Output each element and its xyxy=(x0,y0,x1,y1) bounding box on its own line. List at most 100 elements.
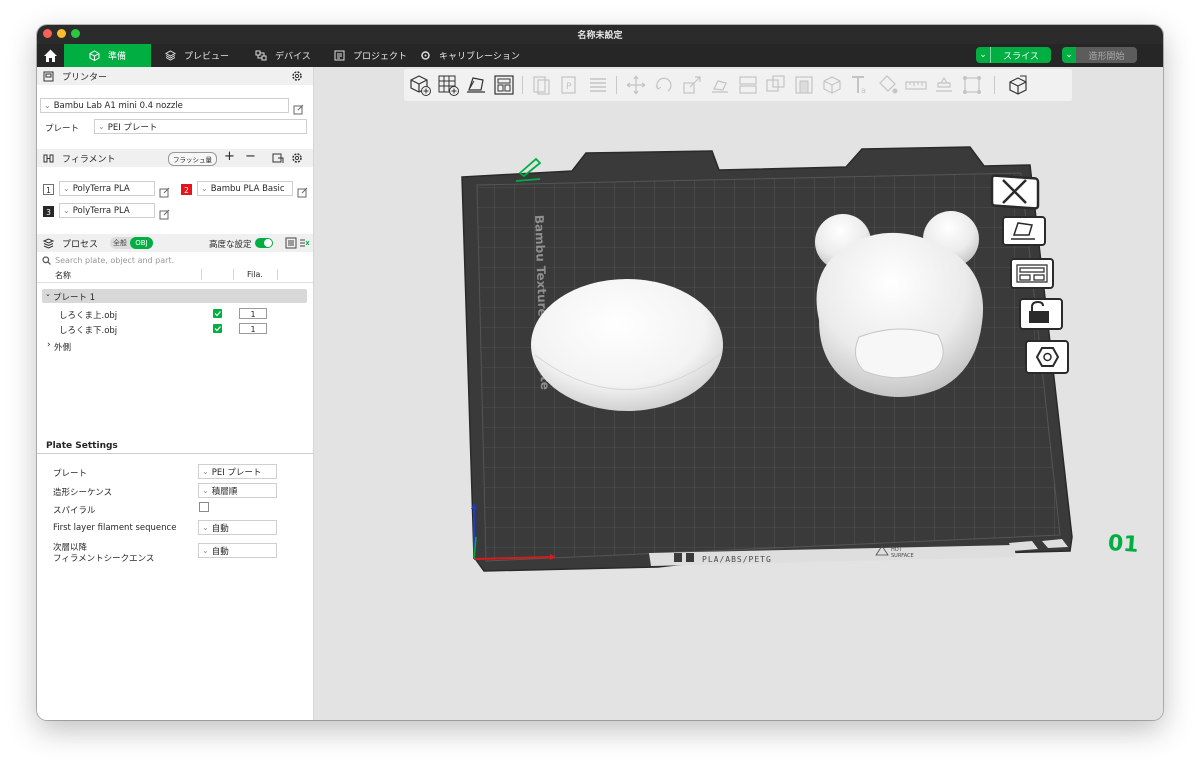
delete-plate-button[interactable] xyxy=(990,174,1040,210)
plate-number: 01 xyxy=(1107,531,1139,558)
edit-icon[interactable] xyxy=(159,183,170,202)
tab-prepare[interactable]: 準備 xyxy=(64,44,151,67)
divider xyxy=(37,453,313,454)
printer-section-header: プリンター xyxy=(37,67,313,85)
chevron-down-icon[interactable]: ⌄ xyxy=(976,47,991,63)
build-plate-scene[interactable]: PLA/ABS/PETG HOT SURFACE Bambu Textured … xyxy=(314,67,1163,720)
cube-icon xyxy=(89,50,100,61)
plate-tree-row[interactable]: ⌄ プレート 1 xyxy=(42,289,307,303)
visible-checkbox[interactable] xyxy=(213,324,222,333)
filament-select-1[interactable]: ⌄ PolyTerra PLA xyxy=(59,181,155,196)
chevron-down-icon: ⌄ xyxy=(63,206,70,215)
qr-mark-icon xyxy=(686,553,694,562)
chevron-down-icon: ⌄ xyxy=(201,184,208,193)
plate-setting-select[interactable]: ⌄ PEI プレート xyxy=(198,464,277,479)
sequence-select[interactable]: ⌄ 積層順 xyxy=(198,483,277,498)
object-search[interactable]: Search plate, object and part. xyxy=(37,254,313,267)
column-name-header: 名称 xyxy=(55,271,71,280)
edit-icon[interactable] xyxy=(159,205,170,224)
main-nav: 準備 プレビュー デバイス プロジェクト キャリブレーション ⌄ スライス ⌄ … xyxy=(37,44,1163,67)
tab-preview[interactable]: プレビュー xyxy=(165,44,229,67)
advanced-settings-switch[interactable] xyxy=(255,238,273,248)
filament-number-2[interactable]: 2 xyxy=(181,184,192,195)
flush-volume-button[interactable]: フラッシュ量 xyxy=(168,152,217,166)
calibration-icon xyxy=(420,50,431,61)
advanced-settings-label: 高度な設定 xyxy=(209,240,252,250)
chevron-down-icon: ⌄ xyxy=(63,184,70,193)
outer-tree-row[interactable]: › 外側 xyxy=(37,339,313,353)
chevron-down-icon: ⌄ xyxy=(98,122,105,131)
filament-number-3[interactable]: 3 xyxy=(43,206,54,217)
lock-plate-button[interactable] xyxy=(1019,298,1063,330)
toggle-global-label[interactable]: 全般 xyxy=(110,238,130,248)
other-layer-sequence-select[interactable]: ⌄ 自動 xyxy=(198,543,277,558)
printer-select[interactable]: ⌄ Bambu Lab A1 mini 0.4 nozzle xyxy=(40,98,289,113)
filament-select-3[interactable]: ⌄ PolyTerra PLA xyxy=(59,203,155,218)
list-view-icon[interactable] xyxy=(285,237,297,249)
chevron-down-icon: ⌄ xyxy=(202,546,209,555)
spiral-checkbox[interactable] xyxy=(199,502,209,512)
filament-name: PolyTerra PLA xyxy=(72,183,130,194)
chevron-right-icon[interactable]: › xyxy=(47,340,51,350)
filament-select-2[interactable]: ⌄ Bambu PLA Basic xyxy=(197,181,293,196)
chevron-down-icon: ⌄ xyxy=(202,523,209,532)
model-shirokuma-bottom[interactable] xyxy=(531,279,723,411)
tab-project[interactable]: プロジェクト xyxy=(334,44,407,67)
filament-index-box[interactable]: 1 xyxy=(239,308,267,319)
print-button[interactable]: ⌄ 造形開始 xyxy=(1062,47,1137,63)
filament-index-box[interactable]: 1 xyxy=(239,323,267,334)
switch-knob xyxy=(264,239,272,247)
compare-icon[interactable] xyxy=(298,237,310,249)
process-section-header: プロセス 全般 OBJ 高度な設定 xyxy=(37,234,313,252)
column-fila-header: Fila. xyxy=(247,270,263,279)
list-item[interactable]: しろくま下.obj 1 xyxy=(37,322,313,336)
column-divider xyxy=(233,269,234,280)
setting-value: 自動 xyxy=(211,523,229,534)
gear-icon[interactable] xyxy=(291,152,303,164)
chevron-down-icon[interactable]: ⌄ xyxy=(45,290,51,298)
tab-device[interactable]: デバイス xyxy=(255,44,311,67)
outer-name: 外側 xyxy=(54,343,72,353)
slice-button[interactable]: ⌄ スライス xyxy=(976,47,1051,63)
model-shirokuma-top[interactable] xyxy=(815,211,984,397)
setting-label: First layer filament sequence xyxy=(53,523,177,533)
auto-orient-plate-button[interactable] xyxy=(1002,216,1046,246)
3d-viewport[interactable]: P a PLA/ABS/PETG HOT SURFACE Bambu Textu… xyxy=(314,67,1163,720)
plate-name: プレート 1 xyxy=(53,293,96,303)
search-placeholder: Search plate, object and part. xyxy=(55,256,175,265)
setting-value: 自動 xyxy=(211,546,229,557)
column-divider xyxy=(277,269,278,280)
plate-type-select[interactable]: ⌄ PEI プレート xyxy=(94,119,307,134)
first-layer-sequence-select[interactable]: ⌄ 自動 xyxy=(198,520,277,535)
layers-icon xyxy=(165,50,176,61)
gear-icon[interactable] xyxy=(291,70,303,82)
plate-settings-title: Plate Settings xyxy=(46,441,118,451)
sync-icon[interactable] xyxy=(272,152,284,164)
setting-label: スパイラル xyxy=(53,506,96,516)
plate-type-value: PEI プレート xyxy=(107,122,158,133)
chevron-down-icon[interactable]: ⌄ xyxy=(1062,47,1076,63)
app-window: 名称未設定 準備 プレビュー デバイス プロジェクト キャリブレーション ⌄ ス… xyxy=(37,25,1163,720)
remove-filament-icon[interactable]: − xyxy=(245,149,256,164)
toggle-obj-label[interactable]: OBJ xyxy=(130,237,153,249)
search-icon xyxy=(42,256,51,265)
tab-calibration[interactable]: キャリブレーション xyxy=(420,44,520,67)
plate-material-text: PLA/ABS/PETG xyxy=(702,555,772,564)
home-icon[interactable] xyxy=(37,44,64,67)
printer-icon xyxy=(43,71,54,82)
column-divider xyxy=(201,269,202,280)
edit-icon[interactable] xyxy=(297,183,308,202)
tab-label: デバイス xyxy=(275,52,311,62)
visible-checkbox[interactable] xyxy=(213,309,222,318)
edit-icon[interactable] xyxy=(293,100,304,119)
filament-number-1[interactable]: 1 xyxy=(43,184,54,195)
hot-surface-line2: SURFACE xyxy=(891,553,914,559)
plate-settings-button[interactable] xyxy=(1025,340,1069,374)
project-icon xyxy=(334,50,345,61)
global-obj-toggle[interactable]: 全般 OBJ xyxy=(110,237,153,249)
arrange-plate-button[interactable] xyxy=(1010,258,1054,289)
list-item[interactable]: しろくま上.obj 1 xyxy=(37,307,313,321)
object-name: しろくま上.obj xyxy=(59,311,118,321)
chevron-down-icon: ⌄ xyxy=(44,101,51,110)
add-filament-icon[interactable]: + xyxy=(224,149,235,164)
